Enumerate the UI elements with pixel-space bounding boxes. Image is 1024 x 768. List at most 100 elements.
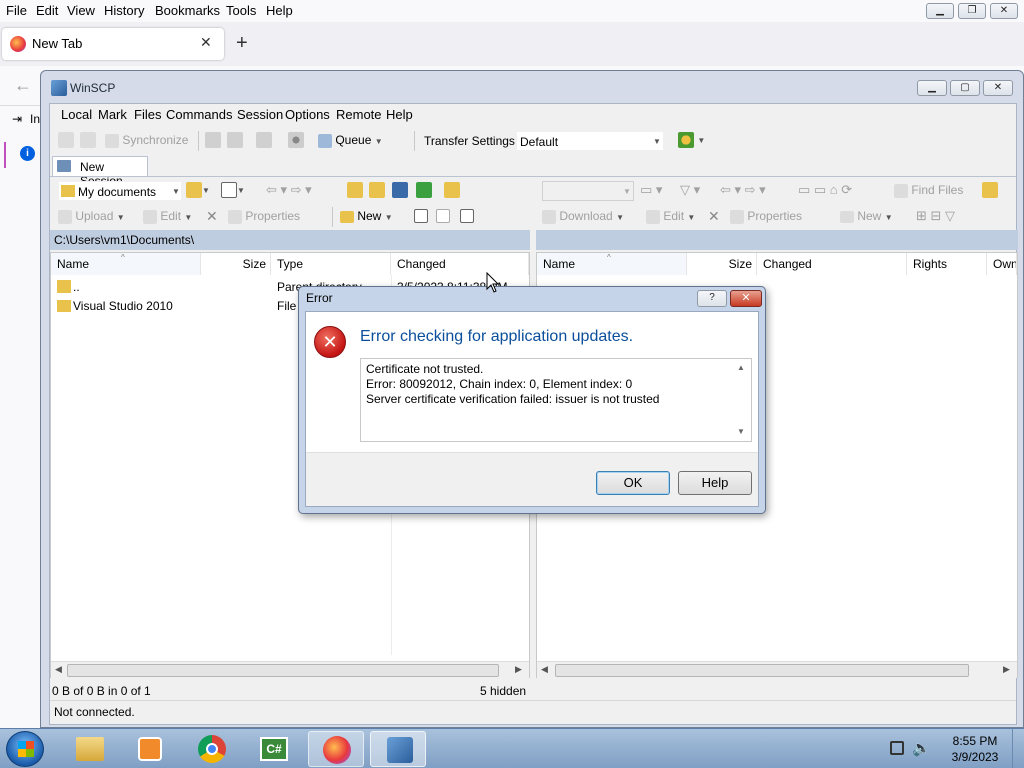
queue-button[interactable]: Queue ▼ (318, 133, 383, 148)
ws-close-button[interactable]: ✕ (983, 80, 1013, 96)
ws-menu-mark[interactable]: Mark (98, 107, 127, 122)
back-arrow-icon[interactable]: ← (14, 75, 32, 96)
volume-icon[interactable]: 🔈 (912, 739, 931, 757)
network-icon[interactable] (890, 741, 904, 755)
scroll-thumb[interactable] (555, 664, 969, 677)
gear-icon[interactable] (288, 132, 304, 148)
ff-menu-bookmarks[interactable]: Bookmarks (155, 3, 220, 18)
show-desktop-button[interactable] (1012, 729, 1024, 768)
scroll-right-icon[interactable]: ▶ (515, 664, 522, 675)
location-select[interactable]: My documents ▼ (58, 181, 182, 201)
home-icon[interactable] (392, 182, 408, 198)
ff-close-button[interactable]: ✕ (990, 3, 1018, 19)
col-size[interactable]: Size (201, 253, 271, 275)
edit-button[interactable]: Edit ▼ (143, 209, 192, 224)
remote-col-owner[interactable]: Owner (987, 253, 1017, 275)
scroll-right-icon[interactable]: ▶ (1003, 664, 1010, 675)
help-button[interactable]: Help (678, 471, 752, 495)
remote-location-select[interactable]: ▼ (542, 181, 634, 201)
ff-menu-file[interactable]: File (6, 3, 27, 18)
ff-restore-button[interactable]: ❐ (958, 3, 986, 19)
scroll-thumb[interactable] (67, 664, 499, 677)
find-icon[interactable] (256, 132, 272, 148)
ws-menu-session[interactable]: Session (237, 107, 283, 122)
open-dir-icon[interactable] (186, 182, 202, 198)
compare-dirs-icon[interactable] (58, 132, 74, 148)
filter-icon[interactable] (221, 182, 237, 198)
delete-icon[interactable]: ✕ (206, 208, 218, 225)
scroll-down-icon[interactable]: ▼ (737, 427, 745, 436)
transfer-settings-select[interactable]: Default ▼ (516, 131, 664, 151)
dialog-help-button[interactable]: ? (697, 290, 727, 307)
right-hscrollbar[interactable]: ◀ ▶ (537, 661, 1017, 678)
new-session-tab[interactable]: New Session (52, 156, 148, 188)
ws-menu-commands[interactable]: Commands (166, 107, 232, 122)
scroll-left-icon[interactable]: ◀ (541, 664, 548, 675)
ff-minimize-button[interactable]: ▁ (926, 3, 954, 19)
remote-filter-icon[interactable]: ▽ ▾ (680, 182, 700, 198)
error-details-box[interactable]: Certificate not trusted. Error: 80092012… (360, 358, 752, 442)
select-plus-icon[interactable] (414, 208, 428, 223)
find-path-icon[interactable] (444, 182, 460, 198)
ws-menu-files[interactable]: Files (134, 107, 161, 122)
remote-col-rights[interactable]: Rights (907, 253, 987, 275)
console-icon[interactable] (205, 132, 221, 148)
remote-col-name[interactable]: Name ^ (537, 253, 687, 275)
ws-menu-help[interactable]: Help (386, 107, 413, 122)
putty-icon[interactable] (227, 132, 243, 148)
col-name[interactable]: Name ^ (51, 253, 201, 275)
close-icon[interactable]: ✕ (200, 34, 212, 51)
taskbar-csharp-ide[interactable]: C# (246, 731, 302, 767)
filter-select-icon[interactable] (460, 208, 474, 223)
globe-update-icon[interactable] (678, 132, 694, 148)
ff-menu-view[interactable]: View (67, 3, 95, 18)
left-hscrollbar[interactable]: ◀ ▶ (51, 661, 529, 678)
taskbar-file-explorer[interactable] (62, 731, 118, 767)
ok-button[interactable]: OK (596, 471, 670, 495)
remote-back-icon[interactable]: ⇦ ▾ ⇨ ▾ (720, 182, 766, 198)
taskbar-firefox[interactable] (308, 731, 364, 767)
synchronize-button[interactable]: Synchronize (105, 133, 188, 148)
ws-minimize-button[interactable]: ▁ (917, 80, 947, 96)
scroll-up-icon[interactable]: ▲ (737, 363, 745, 372)
dialog-close-button[interactable]: ✕ (730, 290, 762, 307)
refresh-icon[interactable] (416, 182, 432, 198)
parent-dir-icon[interactable] (347, 182, 363, 198)
ff-menu-edit[interactable]: Edit (36, 3, 58, 18)
remote-nav-icons[interactable]: ▭ ▭ ⌂ ⟳ (798, 182, 852, 198)
taskbar-winscp[interactable] (370, 731, 426, 767)
root-dir-icon[interactable] (369, 182, 385, 198)
col-type[interactable]: Type (271, 253, 391, 275)
upload-button[interactable]: Upload ▼ (58, 209, 125, 224)
sync-browse-icon[interactable] (80, 132, 96, 148)
ws-menu-local[interactable]: Local (61, 107, 92, 122)
taskbar-chrome[interactable] (184, 731, 240, 767)
remote-col-changed[interactable]: Changed (757, 253, 907, 275)
remote-col-size[interactable]: Size (687, 253, 757, 275)
remote-dir-icon[interactable]: ▭ ▾ (640, 182, 662, 198)
ff-menu-history[interactable]: History (104, 3, 144, 18)
clock[interactable]: 8:55 PM 3/9/2023 (945, 734, 1005, 764)
download-button[interactable]: Download ▼ (542, 209, 624, 224)
col-changed[interactable]: Changed (391, 253, 529, 275)
remote-edit-button[interactable]: Edit ▼ (646, 209, 695, 224)
ws-maximize-button[interactable]: ▢ (950, 80, 980, 96)
remote-properties-button[interactable]: Properties (730, 209, 802, 224)
properties-button[interactable]: Properties (228, 209, 300, 224)
select-minus-icon[interactable] (436, 208, 450, 223)
remote-select-icons[interactable]: ⊞ ⊟ ▽ (916, 208, 955, 224)
ff-menu-tools[interactable]: Tools (226, 3, 256, 18)
ws-menu-options[interactable]: Options (285, 107, 330, 122)
remote-find-path-icon[interactable] (982, 182, 998, 198)
ff-tab-new-tab[interactable]: New Tab ✕ (2, 28, 224, 60)
new-button[interactable]: New ▼ (340, 209, 393, 223)
remote-new-button[interactable]: New ▼ (840, 209, 893, 223)
back-icon[interactable]: ⇦ ▾ ⇨ ▾ (266, 182, 312, 198)
ff-menu-help[interactable]: Help (266, 3, 293, 18)
remote-delete-icon[interactable]: ✕ (708, 208, 720, 225)
new-tab-plus-icon[interactable]: + (236, 32, 248, 55)
start-button[interactable] (6, 731, 44, 767)
taskbar-media-player[interactable] (122, 731, 178, 767)
scroll-left-icon[interactable]: ◀ (55, 664, 62, 675)
ws-menu-remote[interactable]: Remote (336, 107, 382, 122)
